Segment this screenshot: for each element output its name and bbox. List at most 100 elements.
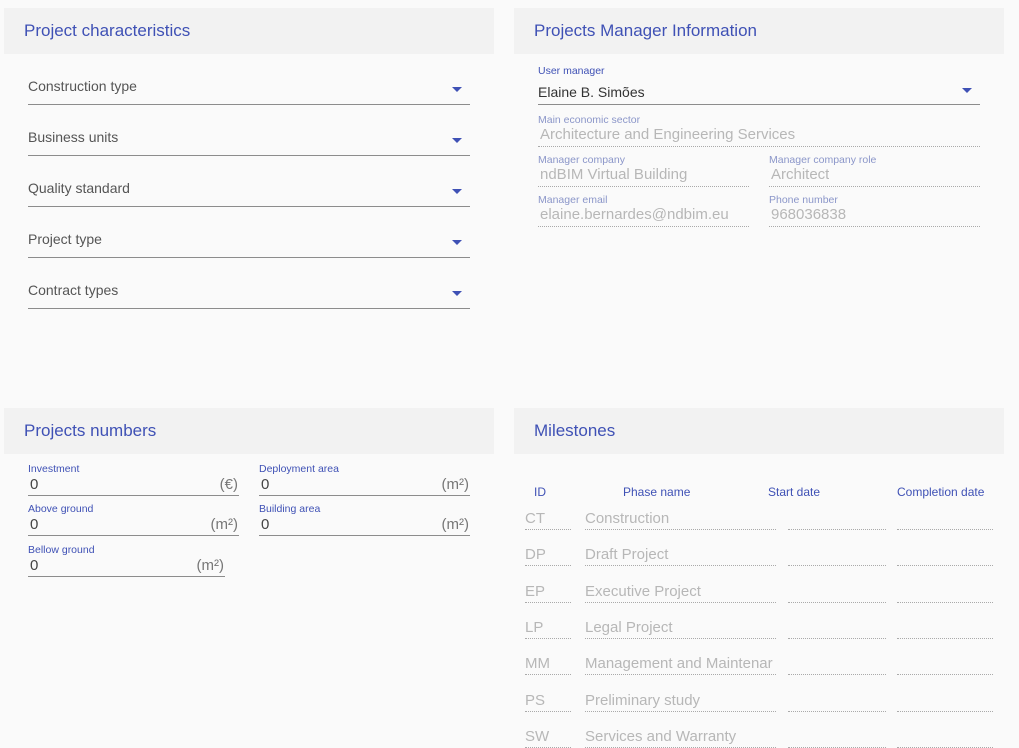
- economic-sector-label: Main economic sector: [538, 114, 641, 126]
- contract-types-label: Contract types: [28, 282, 119, 298]
- building-area-unit: (m²): [441, 516, 469, 533]
- manager-email-value: elaine.bernardes@ndbim.eu: [540, 206, 729, 223]
- deployment-area-label: Deployment area: [259, 463, 339, 475]
- milestone-id-text: EP: [525, 583, 546, 600]
- chevron-down-icon[interactable]: [452, 240, 462, 245]
- deployment-area-input[interactable]: 0 (m²): [259, 475, 470, 496]
- project-numbers-header: Projects numbers: [4, 408, 494, 454]
- bellow-ground-input[interactable]: 0 (m²): [28, 556, 225, 577]
- investment-unit: (€): [219, 476, 238, 493]
- deployment-area-value: 0: [261, 476, 270, 493]
- milestone-phase-cell: Construction: [585, 509, 776, 530]
- milestone-id-cell: DP: [525, 545, 571, 566]
- milestone-start-date-cell[interactable]: [788, 618, 886, 639]
- economic-sector-value: Architecture and Engineering Services: [540, 126, 796, 143]
- project-characteristics-header: Project characteristics: [4, 8, 494, 54]
- milestone-phase-text: Construction: [585, 510, 670, 527]
- deployment-area-unit: (m²): [441, 476, 469, 493]
- chevron-down-icon[interactable]: [452, 87, 462, 92]
- phone-number-label: Phone number: [769, 194, 838, 206]
- investment-value: 0: [30, 476, 39, 493]
- panel-title: Projects numbers: [24, 421, 157, 440]
- column-header-completion-date: Completion date: [897, 485, 985, 499]
- project-type-select[interactable]: Project type: [28, 227, 470, 258]
- milestone-id-text: CT: [525, 510, 545, 527]
- construction-type-select[interactable]: Construction type: [28, 74, 470, 105]
- panel-title: Milestones: [534, 421, 616, 440]
- milestone-start-date-cell[interactable]: [788, 545, 886, 566]
- milestone-phase-text: Preliminary study: [585, 692, 701, 709]
- milestone-start-date-cell[interactable]: [788, 509, 886, 530]
- milestone-id-text: LP: [525, 619, 544, 636]
- manager-email-label: Manager email: [538, 194, 608, 206]
- milestone-phase-cell: Legal Project: [585, 618, 776, 639]
- milestone-start-date-cell[interactable]: [788, 654, 886, 675]
- milestone-id-cell: CT: [525, 509, 571, 530]
- milestone-completion-date-cell[interactable]: [897, 727, 993, 748]
- above-ground-unit: (m²): [210, 516, 238, 533]
- milestone-phase-cell: Services and Warranty: [585, 727, 776, 748]
- above-ground-label: Above ground: [28, 503, 94, 515]
- business-units-select[interactable]: Business units: [28, 125, 470, 156]
- chevron-down-icon[interactable]: [452, 189, 462, 194]
- milestone-id-text: SW: [525, 728, 550, 745]
- milestone-start-date-cell[interactable]: [788, 691, 886, 712]
- manager-company-label: Manager company: [538, 154, 625, 166]
- milestone-completion-date-cell[interactable]: [897, 691, 993, 712]
- milestone-id-cell: PS: [525, 691, 571, 712]
- project-type-label: Project type: [28, 231, 102, 247]
- bellow-ground-label: Bellow ground: [28, 544, 95, 556]
- panel-title: Projects Manager Information: [534, 21, 757, 40]
- user-manager-select[interactable]: Elaine B. Simões: [538, 80, 980, 105]
- milestone-id-cell: EP: [525, 582, 571, 603]
- column-header-start-date: Start date: [768, 485, 821, 499]
- milestone-phase-text: Legal Project: [585, 619, 673, 636]
- milestone-phase-text: Management and Maintenar: [585, 655, 773, 672]
- manager-company-field: ndBIM Virtual Building: [538, 166, 749, 187]
- above-ground-value: 0: [30, 516, 39, 533]
- manager-email-field: elaine.bernardes@ndbim.eu: [538, 206, 749, 227]
- milestone-phase-text: Draft Project: [585, 546, 669, 563]
- phone-number-value: 968036838: [771, 206, 847, 223]
- manager-info-header: Projects Manager Information: [514, 8, 1004, 54]
- milestone-phase-text: Services and Warranty: [585, 728, 737, 745]
- milestone-completion-date-cell[interactable]: [897, 654, 993, 675]
- above-ground-input[interactable]: 0 (m²): [28, 515, 239, 536]
- chevron-down-icon[interactable]: [962, 88, 972, 93]
- milestone-phase-cell: Executive Project: [585, 582, 776, 603]
- construction-type-label: Construction type: [28, 78, 137, 94]
- milestones-panel: Milestones: [514, 408, 1004, 733]
- chevron-down-icon[interactable]: [452, 138, 462, 143]
- investment-label: Investment: [28, 463, 80, 475]
- milestone-completion-date-cell[interactable]: [897, 582, 993, 603]
- user-manager-value: Elaine B. Simões: [538, 84, 645, 100]
- company-role-label: Manager company role: [769, 154, 877, 166]
- quality-standard-label: Quality standard: [28, 180, 130, 196]
- milestone-completion-date-cell[interactable]: [897, 545, 993, 566]
- milestone-phase-text: Executive Project: [585, 583, 701, 600]
- milestone-start-date-cell[interactable]: [788, 727, 886, 748]
- manager-company-value: ndBIM Virtual Building: [540, 166, 688, 183]
- contract-types-select[interactable]: Contract types: [28, 278, 470, 309]
- phone-number-field: 968036838: [769, 206, 980, 227]
- column-header-id: ID: [534, 485, 546, 499]
- milestone-completion-date-cell[interactable]: [897, 509, 993, 530]
- milestone-id-cell: SW: [525, 727, 571, 748]
- chevron-down-icon[interactable]: [452, 291, 462, 296]
- milestone-completion-date-cell[interactable]: [897, 618, 993, 639]
- milestone-start-date-cell[interactable]: [788, 582, 886, 603]
- building-area-input[interactable]: 0 (m²): [259, 515, 470, 536]
- building-area-label: Building area: [259, 503, 321, 515]
- user-manager-label: User manager: [538, 65, 605, 77]
- building-area-value: 0: [261, 516, 270, 533]
- quality-standard-select[interactable]: Quality standard: [28, 176, 470, 207]
- column-header-phase-name: Phase name: [623, 485, 691, 499]
- milestone-phase-cell: Management and Maintenar: [585, 654, 776, 675]
- milestone-id-cell: LP: [525, 618, 571, 639]
- bellow-ground-unit: (m²): [196, 557, 224, 574]
- milestone-id-text: PS: [525, 692, 546, 709]
- milestones-header: Milestones: [514, 408, 1004, 454]
- milestone-id-text: DP: [525, 546, 546, 563]
- company-role-value: Architect: [771, 166, 830, 183]
- investment-input[interactable]: 0 (€): [28, 475, 239, 496]
